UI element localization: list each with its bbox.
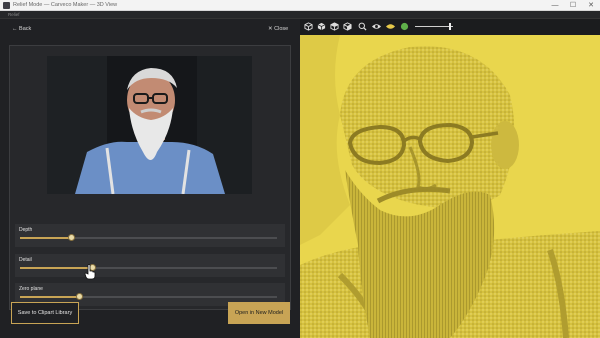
relief-render [300,35,600,338]
close-icon: ✕ [268,26,273,32]
maximize-button[interactable]: ☐ [564,0,582,11]
cube-front-icon[interactable] [317,22,326,31]
window-titlebar: Relief Mode — Carveco Maker — 3D View — … [0,0,600,11]
zero-plane-slider-handle[interactable] [76,293,84,300]
depth-slider-handle[interactable] [68,234,76,241]
material-green-icon[interactable] [400,22,409,31]
menu-item[interactable]: Relief [8,11,20,19]
close-button[interactable]: ✕ Close [268,24,288,34]
left-panel: ← Back ✕ Close Depth Detail Zero plane S… [0,19,300,338]
viewport-panel [300,19,600,338]
detail-slider-track[interactable] [20,264,277,271]
detail-label: Detail [19,257,32,263]
depth-label: Depth [19,227,33,233]
save-to-clipart-button[interactable]: Save to Clipart Library [11,302,79,324]
menubar: Relief [0,11,600,19]
settings-panel: Depth Detail Zero plane [9,45,291,310]
zoom-fit-icon[interactable] [358,22,367,31]
depth-slider-track[interactable] [20,234,277,241]
back-label: Back [19,26,32,32]
render-mode-icon[interactable] [372,22,381,31]
zero-plane-slider-fill [20,296,80,298]
view-toolbar [300,19,600,35]
cube-side-icon[interactable] [343,22,352,31]
cube-top-icon[interactable] [330,22,339,31]
cube-iso-icon[interactable] [304,22,313,31]
panel-topbar: ← Back ✕ Close [0,19,300,39]
zero-plane-label: Zero plane [19,286,43,292]
window-close-button[interactable]: ✕ [582,0,600,11]
view-slider-track[interactable] [415,23,453,30]
detail-slider-row: Detail [15,254,285,277]
arrow-left-icon: ← [12,26,18,32]
minimize-button[interactable]: — [546,0,564,11]
view-slider-handle[interactable] [449,23,452,30]
back-button[interactable]: ← Back [12,24,31,34]
depth-slider-fill [20,237,72,239]
detail-slider-fill [20,267,92,269]
app-icon [3,2,10,9]
zero-plane-slider-track[interactable] [20,293,277,300]
depth-slider-row: Depth [15,224,285,247]
open-in-new-model-button[interactable]: Open in New Model [228,302,290,324]
window-title: Relief Mode — Carveco Maker — 3D View [13,2,118,8]
material-gold-icon[interactable] [386,22,395,31]
hand-cursor-icon [84,264,96,280]
source-photo [47,56,252,194]
close-label: Close [274,26,289,32]
relief-3d-viewport[interactable] [300,35,600,338]
